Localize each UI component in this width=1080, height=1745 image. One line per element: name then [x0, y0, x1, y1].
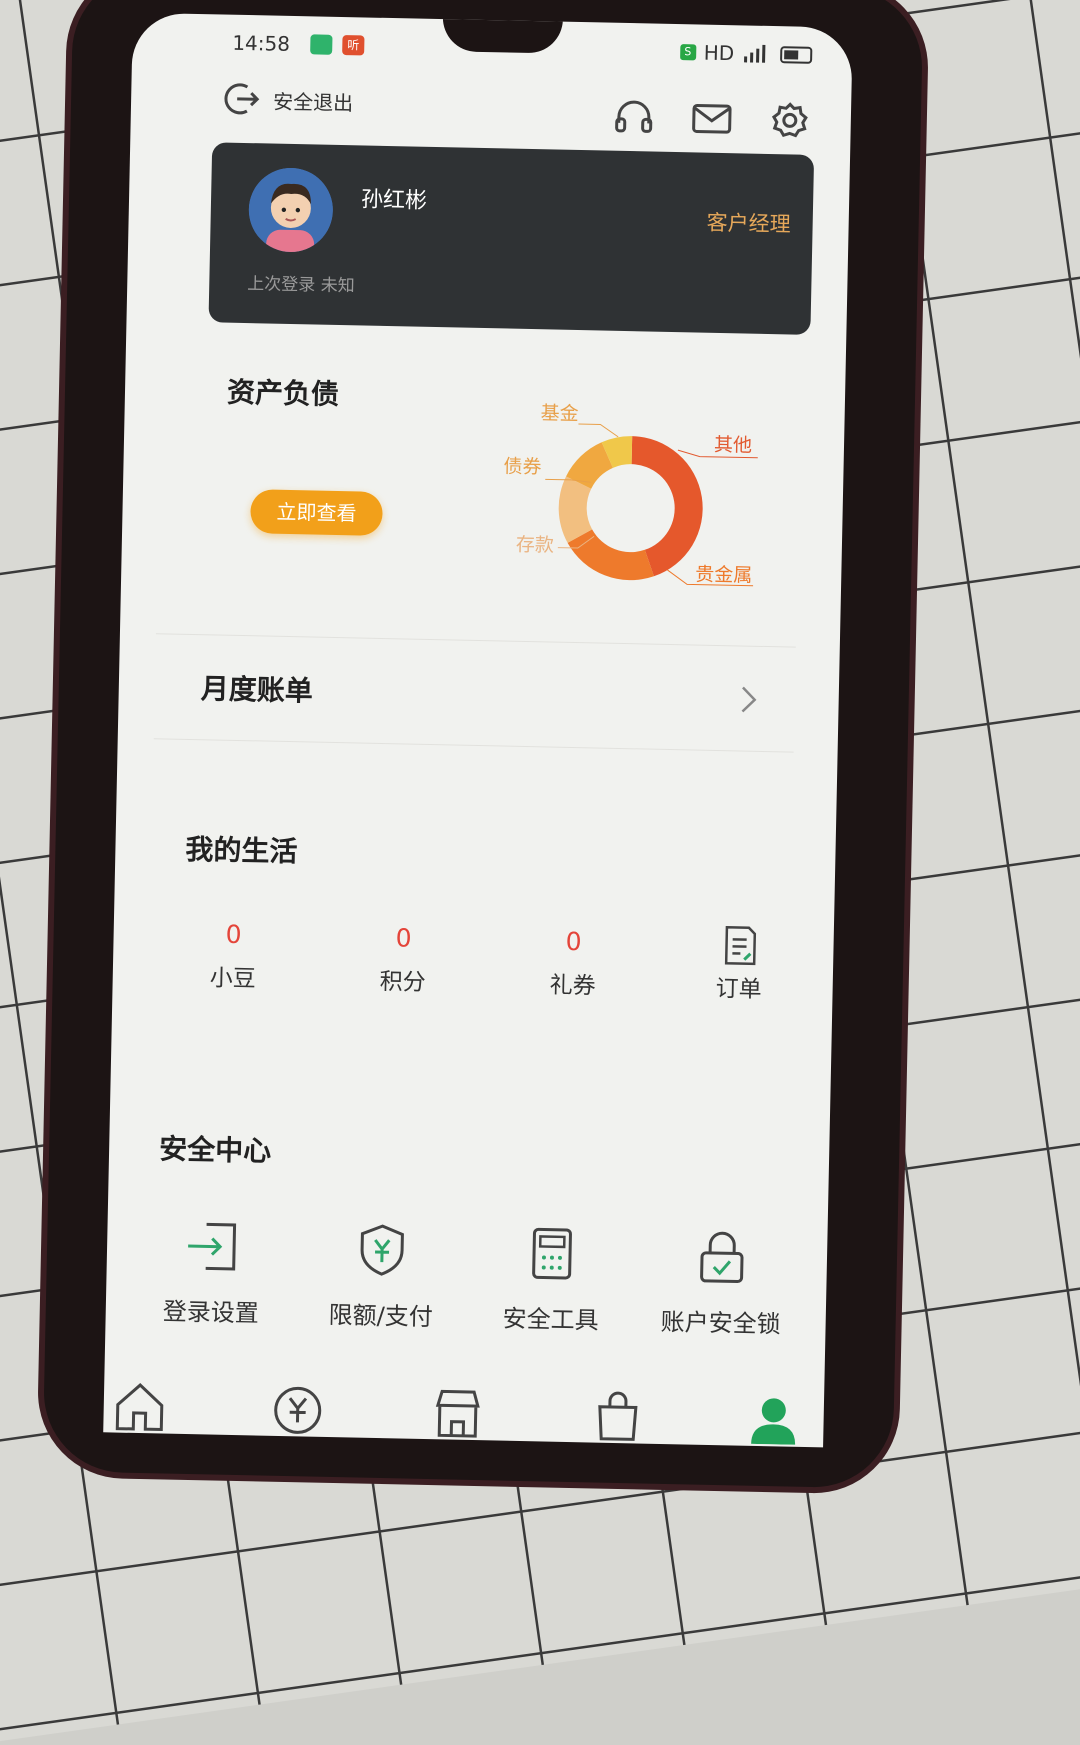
status-time: 14:58 [232, 30, 291, 56]
coupons-item[interactable]: 0 礼券 [512, 921, 634, 1001]
calculator-icon [532, 1227, 572, 1280]
finance-icon[interactable] [271, 1384, 324, 1435]
top-icons [612, 97, 811, 141]
legend-label-other: 其他 [714, 434, 752, 457]
legend-label-precious-metal: 贵金属 [695, 564, 752, 587]
app-notification-icon [310, 34, 333, 55]
mail-icon[interactable] [690, 98, 733, 139]
signal-icon [744, 44, 766, 63]
legend-label-deposit: 存款 [516, 534, 554, 557]
headset-icon[interactable] [612, 97, 655, 138]
limit-payment-item[interactable]: 限额/支付 [305, 1221, 457, 1333]
login-settings-label: 登录设置 [162, 1297, 260, 1328]
limit-payment-label: 限额/支付 [328, 1301, 434, 1332]
life-items: 0 小豆 0 积分 0 礼券 订单 [152, 913, 794, 1026]
account-manager-link[interactable]: 客户经理 [706, 207, 791, 239]
orders-icon [679, 924, 800, 967]
profile-card[interactable]: 孙红彬 客户经理 上次登录 未知 [208, 142, 815, 335]
login-settings-icon [188, 1222, 237, 1271]
app-notification-icon: 听 [342, 35, 365, 56]
asset-donut-chart[interactable]: 基金 其他 债券 存款 贵金属 [497, 400, 801, 616]
security-tools-label: 安全工具 [502, 1304, 599, 1335]
avatar [247, 167, 334, 253]
life-title: 我的生活 [185, 832, 298, 869]
app-screen: 14:58 听 S HD 安全退出 孙红彬 客户经理 上次登录 未知 资产负债 … [103, 12, 853, 1448]
network-label: HD [703, 40, 735, 66]
profile-tab-icon[interactable] [747, 1394, 800, 1445]
points-label: 积分 [379, 968, 426, 996]
orders-label: 订单 [715, 976, 762, 1003]
beans-label: 小豆 [209, 965, 257, 993]
account-lock-label: 账户安全锁 [660, 1307, 781, 1339]
login-settings-item[interactable]: 登录设置 [135, 1217, 287, 1329]
home-icon[interactable] [113, 1381, 166, 1432]
legend-label-bond: 债券 [503, 455, 541, 478]
points-item[interactable]: 0 积分 [342, 917, 464, 997]
shopping-bag-icon[interactable] [591, 1391, 644, 1442]
chevron-right-icon [741, 686, 757, 713]
shield-icon [360, 1224, 404, 1276]
coupons-label: 礼券 [549, 972, 596, 1000]
security-items: 登录设置 限额/支付 安全工具 账户安全锁 [138, 1217, 798, 1338]
points-value: 0 [395, 923, 412, 953]
user-name: 孙红彬 [360, 187, 428, 214]
security-title: 安全中心 [158, 1132, 272, 1168]
orders-item[interactable]: 订单 [678, 924, 800, 1004]
logout-label: 安全退出 [272, 89, 354, 115]
logout-icon [224, 83, 260, 115]
coupons-value: 0 [565, 926, 582, 957]
lock-icon [700, 1231, 744, 1284]
monthly-bill-title: 月度账单 [200, 672, 314, 708]
security-tools-item[interactable]: 安全工具 [475, 1224, 627, 1336]
assets-title: 资产负债 [226, 375, 340, 412]
account-lock-item[interactable]: 账户安全锁 [645, 1228, 797, 1340]
logout-button[interactable]: 安全退出 [221, 78, 354, 121]
shop-icon[interactable] [431, 1387, 484, 1438]
battery-icon [780, 45, 813, 64]
top-bar: 安全退出 [130, 71, 851, 146]
donut-svg: 基金 其他 债券 存款 贵金属 [503, 402, 758, 587]
sim-icon: S [679, 44, 696, 61]
view-now-button[interactable]: 立即查看 [250, 489, 383, 536]
last-login-text: 上次登录 未知 [247, 274, 355, 297]
legend-label-fund: 基金 [540, 402, 578, 425]
donut-slice [567, 529, 654, 581]
beans-item[interactable]: 0 小豆 [172, 914, 294, 994]
beans-value: 0 [225, 919, 242, 950]
status-bar: 14:58 听 S HD [132, 27, 852, 72]
gear-icon[interactable] [768, 100, 811, 141]
avatar-image [248, 167, 333, 253]
status-right: S HD [679, 40, 813, 67]
monthly-bill-row[interactable]: 月度账单 [153, 633, 796, 753]
